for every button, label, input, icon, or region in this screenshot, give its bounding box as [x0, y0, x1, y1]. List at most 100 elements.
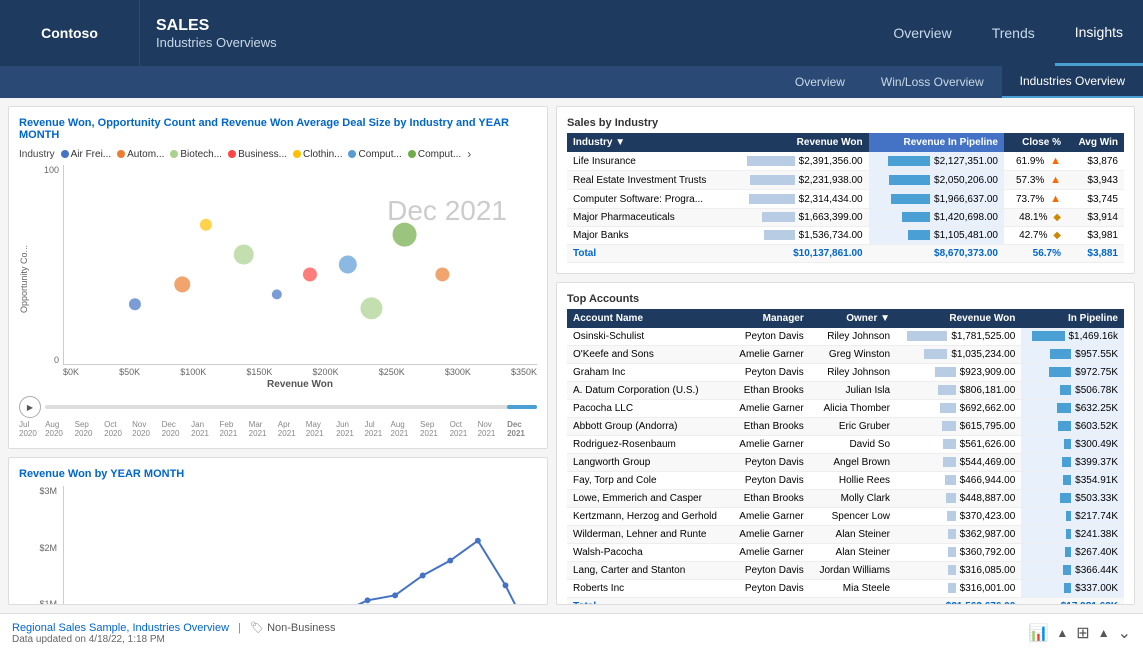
top-nav: Contoso SALES Industries Overviews Overv…: [0, 0, 1143, 66]
scatter-chart-card: Revenue Won, Opportunity Count and Reven…: [8, 106, 548, 449]
acct-revenue-won: $316,085.00: [896, 562, 1021, 580]
bottom-left: Regional Sales Sample, Industries Overvi…: [12, 621, 336, 645]
account-manager: Peyton Davis: [730, 472, 810, 490]
col-account-name[interactable]: Account Name: [567, 309, 730, 328]
acct-revenue-won: $1,035,234.00: [896, 346, 1021, 364]
account-name: Osinski-Schulist: [567, 328, 730, 346]
avg-win-val: $3,981: [1067, 227, 1124, 245]
avg-win-val: $3,745: [1067, 190, 1124, 209]
subtab-overview[interactable]: Overview: [777, 66, 863, 98]
col-avg-win[interactable]: Avg Win: [1067, 133, 1124, 152]
acct-pipeline: $399.37K: [1021, 454, 1124, 472]
legend-bus: Business...: [228, 149, 287, 160]
table-row: Osinski-Schulist Peyton Davis Riley John…: [567, 328, 1124, 346]
account-manager: Peyton Davis: [730, 580, 810, 598]
account-owner: Riley Johnson: [810, 328, 896, 346]
legend-comp1: Comput...: [348, 149, 401, 160]
col-close-pct[interactable]: Close %: [1004, 133, 1067, 152]
col-industry[interactable]: Industry ▼: [567, 133, 728, 152]
right-panel: Sales by Industry Industry ▼ Revenue Won…: [556, 106, 1135, 605]
play-button[interactable]: ▶: [19, 396, 41, 418]
up-arrow-icon[interactable]: ▲: [1056, 626, 1068, 640]
account-owner: Alicia Thomber: [810, 400, 896, 418]
report-link[interactable]: Regional Sales Sample, Industries Overvi…: [12, 622, 229, 634]
account-manager: Amelie Garner: [730, 526, 810, 544]
tab-overview[interactable]: Overview: [873, 0, 971, 66]
table-row: Graham Inc Peyton Davis Riley Johnson $9…: [567, 364, 1124, 382]
account-manager: Amelie Garner: [730, 508, 810, 526]
acct-revenue-won: $370,423.00: [896, 508, 1021, 526]
expand-icon[interactable]: ⌄: [1118, 623, 1131, 643]
legend-comp2: Comput...: [408, 149, 461, 160]
top-accounts-card: Top Accounts Account Name Manager Owner …: [556, 282, 1135, 605]
table-row: Roberts Inc Peyton Davis Mia Steele $316…: [567, 580, 1124, 598]
table-row: Life Insurance $2,391,356.00 $2,127,351.…: [567, 152, 1124, 171]
account-name: Pacocha LLC: [567, 400, 730, 418]
col-owner[interactable]: Owner ▼: [810, 309, 896, 328]
bottom-separator: |: [238, 622, 241, 634]
revenue-won-val: $2,231,938.00: [728, 171, 869, 190]
col-in-pipeline[interactable]: In Pipeline: [1021, 309, 1124, 328]
legend-auto: Autom...: [117, 149, 164, 160]
nav-tabs: Overview Trends Insights: [873, 0, 1143, 66]
account-owner: Eric Gruber: [810, 418, 896, 436]
grid-icon[interactable]: ⊞: [1076, 623, 1089, 643]
industry-name: Major Pharmaceuticals: [567, 209, 728, 227]
acct-revenue-won: $544,469.00: [896, 454, 1021, 472]
y-axis-label: Opportunity Co...: [19, 245, 29, 313]
down-arrow-icon2[interactable]: ▲: [1098, 626, 1110, 640]
nav-subtitle: Industries Overviews: [156, 35, 873, 50]
col-revenue-pipeline[interactable]: Revenue In Pipeline: [869, 133, 1004, 152]
legend-more[interactable]: ›: [467, 147, 471, 161]
pipeline-val: $1,420,698.00: [869, 209, 1004, 227]
col-revenue-won[interactable]: Revenue Won: [728, 133, 869, 152]
y-tick-100: 100: [19, 165, 59, 175]
acct-pipeline: $366.44K: [1021, 562, 1124, 580]
account-owner: Mia Steele: [810, 580, 896, 598]
account-owner: Alan Steiner: [810, 544, 896, 562]
table-row: Rodriguez-Rosenbaum Amelie Garner David …: [567, 436, 1124, 454]
account-name: O'Keefe and Sons: [567, 346, 730, 364]
account-manager: Peyton Davis: [730, 364, 810, 382]
line-chart-svg: [64, 486, 537, 605]
scatter-x-label: Revenue Won: [63, 379, 537, 390]
y-tick-2m: $2M: [19, 543, 57, 553]
close-pct-val: 61.9% ▲: [1004, 152, 1067, 171]
account-owner: Julian Isla: [810, 382, 896, 400]
table-row: Walsh-Pacocha Amelie Garner Alan Steiner…: [567, 544, 1124, 562]
table-row: Lowe, Emmerich and Casper Ethan Brooks M…: [567, 490, 1124, 508]
table-row: Abbott Group (Andorra) Ethan Brooks Eric…: [567, 418, 1124, 436]
account-name: Graham Inc: [567, 364, 730, 382]
table-row: Real Estate Investment Trusts $2,231,938…: [567, 171, 1124, 190]
subtab-winloss[interactable]: Win/Loss Overview: [863, 66, 1002, 98]
acct-revenue-won: $1,781,525.00: [896, 328, 1021, 346]
slider-track[interactable]: [45, 405, 537, 409]
subtab-industries[interactable]: Industries Overview: [1002, 66, 1143, 98]
table-row: Pacocha LLC Amelie Garner Alicia Thomber…: [567, 400, 1124, 418]
table-row: Wilderman, Lehner and Runte Amelie Garne…: [567, 526, 1124, 544]
table-row: Major Pharmaceuticals $1,663,399.00 $1,4…: [567, 209, 1124, 227]
acct-pipeline: $632.25K: [1021, 400, 1124, 418]
bottom-link-row: Regional Sales Sample, Industries Overvi…: [12, 621, 336, 634]
acct-revenue-won: $806,181.00: [896, 382, 1021, 400]
revenue-won-val: $1,536,734.00: [728, 227, 869, 245]
line-chart-area: [63, 486, 537, 605]
legend-bio: Biotech...: [170, 149, 222, 160]
tab-insights[interactable]: Insights: [1055, 0, 1143, 66]
table-row: Computer Software: Progra... $2,314,434.…: [567, 190, 1124, 209]
bottom-update-text: Data updated on 4/18/22, 1:18 PM: [12, 634, 336, 645]
sales-by-industry-card: Sales by Industry Industry ▼ Revenue Won…: [556, 106, 1135, 274]
close-pct-val: 48.1% ◆: [1004, 209, 1067, 227]
chart-icon[interactable]: 📊: [1028, 623, 1048, 643]
col-manager[interactable]: Manager: [730, 309, 810, 328]
col-acct-revenue-won[interactable]: Revenue Won: [896, 309, 1021, 328]
account-name: Total: [567, 598, 896, 606]
table-row: Langworth Group Peyton Davis Angel Brown…: [567, 454, 1124, 472]
left-panel: Revenue Won, Opportunity Count and Reven…: [8, 106, 548, 605]
tab-trends[interactable]: Trends: [972, 0, 1055, 66]
nav-logo: Contoso: [0, 0, 140, 66]
revenue-won-val: $2,314,434.00: [728, 190, 869, 209]
close-pct-val: 56.7%: [1004, 245, 1067, 263]
y-tick-1m: $1M: [19, 599, 57, 605]
nav-center: SALES Industries Overviews: [140, 0, 873, 66]
